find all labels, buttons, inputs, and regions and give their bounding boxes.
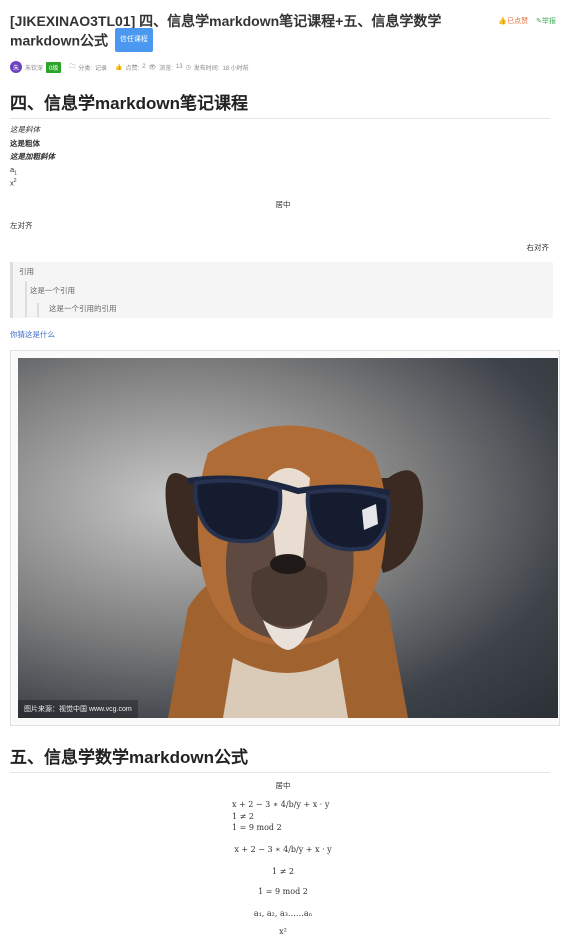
subscript-text: a1 <box>10 165 17 177</box>
thumbs-up-icon: 👍 <box>498 18 508 25</box>
image-watermark: 图片来源：视觉中国 www.vcg.com <box>18 700 138 718</box>
avatar[interactable]: 朱 <box>10 61 22 73</box>
level-badge: 0级 <box>46 61 62 73</box>
section-heading-math: 五、信息学数学markdown公式 <box>10 743 550 773</box>
top-actions: 👍已点赞 ✎举报 <box>498 16 556 26</box>
math-eq-3: 1 = 9 mod 2 <box>232 823 282 832</box>
math-eq-1: x + 2 − 3 ∗ 4/b/y + x · y <box>232 800 330 809</box>
math-eq-7: a₁, a₂, a₃……aₙ <box>253 909 313 918</box>
likes-label: 点赞: <box>125 65 140 72</box>
report-button[interactable]: ✎举报 <box>536 16 556 26</box>
math-eq-2: 1 ≠ 2 <box>232 812 254 821</box>
blockquote-level1-text: 引用 <box>19 267 34 276</box>
right-aligned-text: 右对齐 <box>526 243 550 252</box>
section-heading-markdown: 四、信息学markdown笔记课程 <box>10 89 550 119</box>
article-page: [JIKEXINAO3TL01] 四、信息学markdown笔记课程+五、信息学… <box>0 0 566 937</box>
image-frame: 图片来源：视觉中国 www.vcg.com <box>10 350 560 726</box>
author-name[interactable]: 朱钦深 <box>25 63 43 72</box>
publish-label: 发布时间: <box>193 65 220 72</box>
clock-icon: ◷ <box>185 64 191 71</box>
superscript-text: x2 <box>10 178 17 188</box>
like-count-icon: 👍 <box>115 64 123 71</box>
math-eq-6: 1 = 9 mod 2 <box>258 887 308 896</box>
course-badge[interactable]: 信任课程 <box>114 28 153 52</box>
blockquote-level3-text: 这是一个引用的引用 <box>49 304 117 313</box>
publish-value: 18 小时前 <box>222 65 249 72</box>
blockquote: 引用 这是一个引用 这是一个引用的引用 <box>10 262 553 318</box>
views-value: 13 <box>175 64 183 70</box>
dog-sunglasses-photo[interactable]: 图片来源：视觉中国 www.vcg.com <box>18 358 558 718</box>
article-meta: 朱 朱钦深 0级 🗀 分类: 记录 👍 点赞: 2 👁 浏览: 13 ◷ 发布时… <box>10 60 249 74</box>
blockquote-level2-text: 这是一个引用 <box>30 286 75 295</box>
bold-italic-text: 这是加粗斜体 <box>10 152 55 161</box>
like-button[interactable]: 👍已点赞 <box>498 16 528 26</box>
superscript-index: 2 <box>13 178 17 184</box>
article-title-text: [JIKEXINAO3TL01] 四、信息学markdown笔记课程+五、信息学… <box>10 13 442 49</box>
like-label: 已点赞 <box>507 18 529 25</box>
subscript-index: 1 <box>14 170 17 177</box>
math-eq-8: x² <box>279 927 287 936</box>
left-aligned-text: 左对齐 <box>10 221 33 230</box>
report-label: 举报 <box>542 18 556 25</box>
views-label: 浏览: <box>159 65 173 72</box>
bold-text: 这是粗体 <box>10 139 40 148</box>
blockquote-level2: 这是一个引用 这是一个引用的引用 <box>25 281 547 317</box>
eye-icon: 👁 <box>148 64 157 71</box>
folder-icon: 🗀 <box>69 64 76 70</box>
math-eq-4: x + 2 − 3 ∗ 4/b/y + x · y <box>234 845 332 854</box>
hidden-link[interactable]: 你猜这是什么 <box>10 329 55 340</box>
article-title: [JIKEXINAO3TL01] 四、信息学markdown笔记课程+五、信息学… <box>10 12 465 54</box>
category-value[interactable]: 记录 <box>95 63 107 72</box>
dog-illustration <box>165 425 423 718</box>
likes-value: 2 <box>142 64 146 70</box>
category-label: 分类: <box>78 65 93 72</box>
math-eq-5: 1 ≠ 2 <box>272 867 294 876</box>
math-center-text: 居中 <box>275 781 291 790</box>
center-aligned-text: 居中 <box>275 200 291 209</box>
italic-text: 这是斜体 <box>10 125 40 134</box>
blockquote-level3: 这是一个引用的引用 <box>37 303 117 317</box>
